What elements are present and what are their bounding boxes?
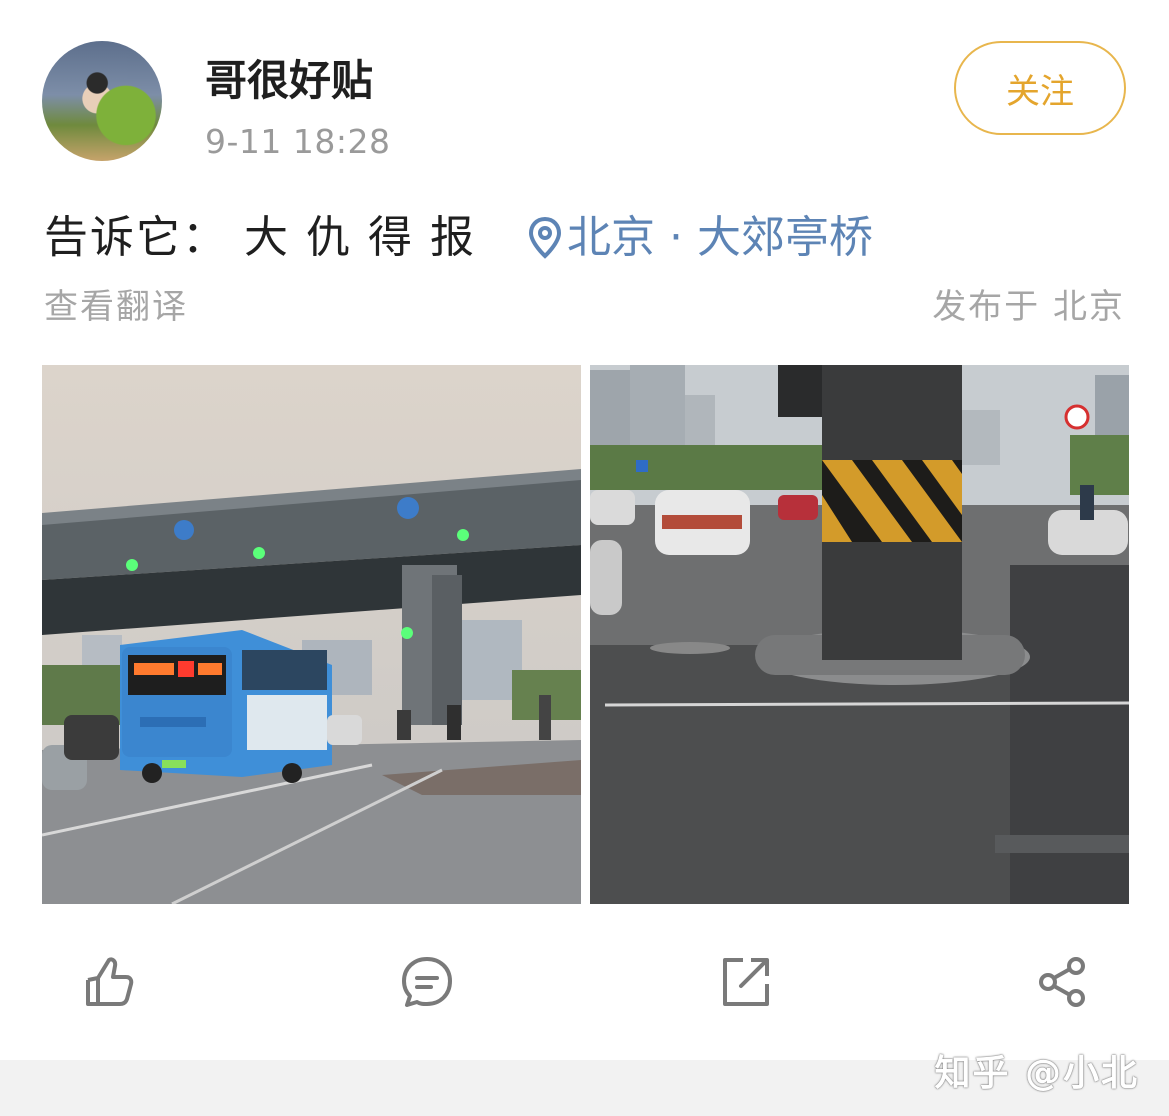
post-text: 告诉它： 大 仇 得 报 xyxy=(44,212,476,263)
published-location: 发布于 北京 xyxy=(932,287,1125,327)
author-name[interactable]: 哥很好贴 xyxy=(205,53,373,109)
comment-button[interactable] xyxy=(397,950,457,1014)
location-pin-icon xyxy=(528,216,562,259)
like-button[interactable] xyxy=(78,950,138,1014)
location-link[interactable]: 北京 · 大郊亭桥 xyxy=(527,210,873,266)
thumbs-up-icon xyxy=(86,957,134,1006)
repost-icon xyxy=(723,958,769,1006)
location-label: 北京 · 大郊亭桥 xyxy=(567,212,873,263)
comment-icon xyxy=(402,957,452,1007)
watermark: 知乎 @小北 xyxy=(934,1053,1139,1094)
avatar[interactable] xyxy=(42,41,162,161)
post-timestamp: 9-11 18:28 xyxy=(205,122,391,161)
follow-button[interactable]: 关注 xyxy=(954,41,1126,135)
photo-bus-overpass[interactable] xyxy=(42,365,581,904)
translate-link[interactable]: 查看翻译 xyxy=(44,284,188,330)
repost-button[interactable] xyxy=(715,950,775,1014)
share-button[interactable] xyxy=(1032,950,1092,1014)
share-icon xyxy=(1039,957,1085,1007)
photo-pillar-road[interactable] xyxy=(590,365,1129,904)
